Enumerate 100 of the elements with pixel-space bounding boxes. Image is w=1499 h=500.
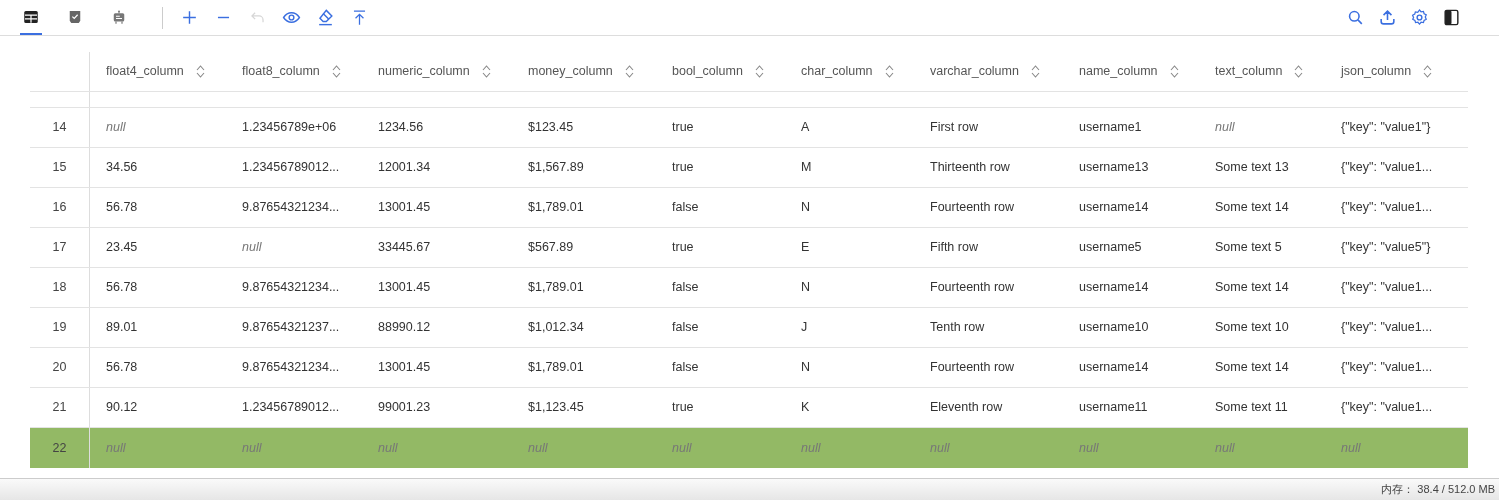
table-cell: 90.12 bbox=[106, 400, 138, 415]
table-cell: $1,789.01 bbox=[528, 280, 584, 295]
table-cell: Thirteenth row bbox=[930, 160, 1010, 175]
table-cell: null bbox=[1341, 440, 1361, 455]
table-cell: Some text 5 bbox=[1215, 240, 1282, 255]
column-header[interactable]: name_column bbox=[1079, 62, 1158, 81]
table-cell: 13001.45 bbox=[378, 280, 431, 295]
column-header[interactable]: float4_column bbox=[106, 62, 184, 81]
table-cell: Some text 10 bbox=[1215, 320, 1289, 335]
table-cell: {"key": "value1... bbox=[1341, 160, 1433, 175]
sort-icon[interactable] bbox=[1169, 65, 1179, 78]
column-header[interactable]: varchar_column bbox=[930, 62, 1019, 81]
table-cell: false bbox=[672, 200, 699, 215]
row-number: 14 bbox=[52, 119, 67, 137]
selected-row[interactable]: 22 null null null null null null null null null null bbox=[30, 428, 1468, 468]
table-cell: N bbox=[801, 200, 811, 215]
column-header[interactable]: bool_column bbox=[672, 62, 743, 81]
table-cell: Some text 14 bbox=[1215, 200, 1289, 215]
table-cell: username5 bbox=[1079, 240, 1142, 255]
table-cell: true bbox=[672, 240, 694, 255]
table-cell: Some text 14 bbox=[1215, 280, 1289, 295]
row-number: 21 bbox=[52, 399, 67, 417]
table-cell: username14 bbox=[1079, 200, 1149, 215]
table-cell: null bbox=[672, 440, 692, 455]
sort-icon[interactable] bbox=[1423, 65, 1433, 78]
table-cell: 9.87654321234... bbox=[242, 200, 340, 215]
table-cell: 9.87654321234... bbox=[242, 280, 340, 295]
column-header[interactable]: json_column bbox=[1341, 62, 1412, 81]
table-cell: Some text 14 bbox=[1215, 360, 1289, 375]
table-cell: null bbox=[528, 440, 548, 455]
table-cell: 1234.56 bbox=[378, 120, 424, 135]
row-number: 17 bbox=[52, 239, 67, 257]
table-cell: null bbox=[1215, 440, 1235, 455]
table-cell: 1.23456789012... bbox=[242, 160, 340, 175]
column-header[interactable]: text_column bbox=[1215, 62, 1283, 81]
table-cell: 56.78 bbox=[106, 200, 138, 215]
sort-icon[interactable] bbox=[624, 65, 634, 78]
table-cell: username13 bbox=[1079, 160, 1149, 175]
table-cell: {"key": "value1... bbox=[1341, 320, 1433, 335]
table-cell: 12001.34 bbox=[378, 160, 431, 175]
table-cell: 88990.12 bbox=[378, 320, 431, 335]
table-cell: true bbox=[672, 160, 694, 175]
sort-icon[interactable] bbox=[754, 65, 764, 78]
table-cell: username1 bbox=[1079, 120, 1142, 135]
table-cell: M bbox=[801, 160, 812, 175]
row-number: 22 bbox=[52, 439, 67, 457]
table-cell: Some text 11 bbox=[1215, 400, 1288, 415]
table-cell: 56.78 bbox=[106, 280, 138, 295]
column-header[interactable]: float8_column bbox=[242, 62, 320, 81]
table-cell: $1,567.89 bbox=[528, 160, 584, 175]
table-cell: E bbox=[801, 240, 810, 255]
table-cell: null bbox=[242, 240, 262, 255]
table-cell: N bbox=[801, 280, 811, 295]
table-cell: true bbox=[672, 400, 694, 415]
row-number: 19 bbox=[52, 319, 67, 337]
table-cell: Tenth row bbox=[930, 320, 985, 335]
table-cell: Fifth row bbox=[930, 240, 978, 255]
table-cell: Fourteenth row bbox=[930, 360, 1015, 375]
table-cell: null bbox=[106, 440, 126, 455]
sort-icon[interactable] bbox=[481, 65, 491, 78]
table-cell: J bbox=[801, 320, 808, 335]
table-cell: null bbox=[378, 440, 398, 455]
table-cell: Eleventh row bbox=[930, 400, 1003, 415]
table-cell: false bbox=[672, 280, 699, 295]
column-header[interactable]: money_column bbox=[528, 62, 613, 81]
table-cell: 99001.23 bbox=[378, 400, 431, 415]
table-cell: {"key": "value1... bbox=[1341, 360, 1433, 375]
table-cell: {"key": "value5"} bbox=[1341, 240, 1431, 255]
sort-icon[interactable] bbox=[1294, 65, 1304, 78]
table-cell: 13001.45 bbox=[378, 360, 431, 375]
column-header[interactable]: char_column bbox=[801, 62, 873, 81]
table-cell: $1,012.34 bbox=[528, 320, 584, 335]
table-cell: {"key": "value1... bbox=[1341, 280, 1433, 295]
table-cell: 9.87654321237... bbox=[242, 320, 340, 335]
table-cell: {"key": "value1... bbox=[1341, 400, 1433, 415]
sort-icon[interactable] bbox=[1030, 65, 1040, 78]
table-cell: Fourteenth row bbox=[930, 280, 1015, 295]
sort-icon[interactable] bbox=[884, 65, 894, 78]
table-cell: 9.87654321234... bbox=[242, 360, 340, 375]
table-cell: 56.78 bbox=[106, 360, 138, 375]
table-cell: $1,789.01 bbox=[528, 200, 584, 215]
sort-icon[interactable] bbox=[195, 65, 205, 78]
table-cell: null bbox=[930, 440, 950, 455]
table-cell: Fourteenth row bbox=[930, 200, 1015, 215]
table-cell: First row bbox=[930, 120, 978, 135]
table-cell: K bbox=[801, 400, 810, 415]
row-number: 20 bbox=[52, 359, 67, 377]
table-cell: {"key": "value1... bbox=[1341, 200, 1433, 215]
table-cell: null bbox=[242, 440, 262, 455]
memory-usage: 内存： 38.4 / 512.0 MB bbox=[1381, 482, 1495, 498]
table-cell: null bbox=[801, 440, 821, 455]
table-cell: false bbox=[672, 320, 699, 335]
table-cell: username10 bbox=[1079, 320, 1149, 335]
table-cell: 33445.67 bbox=[378, 240, 431, 255]
table-cell: 23.45 bbox=[106, 240, 138, 255]
table-cell: null bbox=[1215, 120, 1235, 135]
sort-icon[interactable] bbox=[331, 65, 341, 78]
column-header[interactable]: numeric_column bbox=[378, 62, 470, 81]
table-cell: Some text 13 bbox=[1215, 160, 1289, 175]
table-cell: {"key": "value1"} bbox=[1341, 120, 1431, 135]
